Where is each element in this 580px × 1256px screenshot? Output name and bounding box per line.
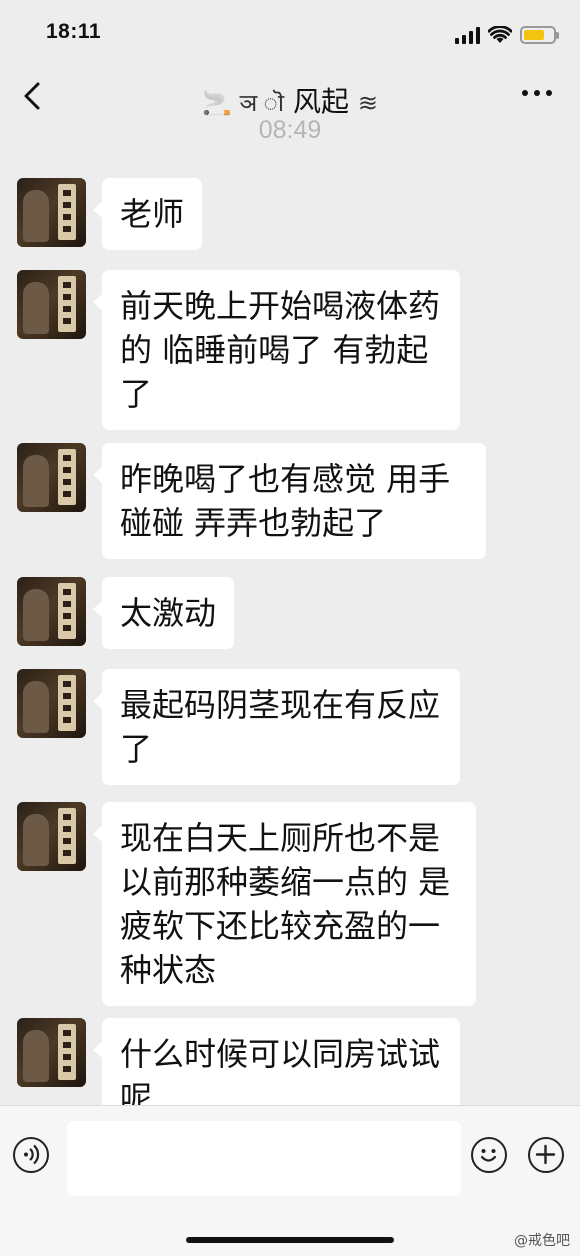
title-prefix-emoji: 🚬 ञ ॊ xyxy=(202,89,285,117)
message-bubble[interactable]: 前天晚上开始喝液体药的 临睡前喝了 有勃起了 xyxy=(93,270,460,430)
voice-wave-icon xyxy=(24,1144,40,1165)
message-bubble[interactable]: 太激动 xyxy=(92,577,235,649)
title-suffix-decoration: ≋ xyxy=(357,89,378,117)
message-row: 最起码阴茎现在有反应了 xyxy=(17,669,460,785)
plus-icon xyxy=(535,1144,556,1165)
watermark: @戒色吧 xyxy=(514,1233,570,1249)
message-row: 昨晚喝了也有感觉 用手碰碰 弄弄也勃起了 xyxy=(17,443,486,559)
message-bubble[interactable]: 老师 xyxy=(92,178,203,250)
message-timestamp: 08:49 xyxy=(258,116,322,144)
contact-avatar[interactable] xyxy=(17,669,86,738)
contact-avatar[interactable] xyxy=(17,178,86,247)
message-bubble[interactable]: 最起码阴茎现在有反应了 xyxy=(93,669,460,785)
contact-avatar[interactable] xyxy=(17,270,86,339)
battery-icon xyxy=(520,26,559,44)
message-row: 现在白天上厕所也不是以前那种萎缩一点的 是疲软下还比较充盈的一种状态 xyxy=(17,802,476,1006)
status-bar: 18:11 xyxy=(0,0,580,62)
contact-avatar[interactable] xyxy=(17,443,86,512)
wifi-icon xyxy=(488,26,512,43)
contact-avatar[interactable] xyxy=(17,1018,86,1087)
message-bubble[interactable]: 现在白天上厕所也不是以前那种萎缩一点的 是疲软下还比较充盈的一种状态 xyxy=(93,802,476,1006)
status-time: 18:11 xyxy=(46,20,102,43)
more-options-icon[interactable] xyxy=(522,90,552,96)
message-row: 前天晚上开始喝液体药的 临睡前喝了 有勃起了 xyxy=(17,270,460,430)
contact-avatar[interactable] xyxy=(17,802,86,871)
message-row: 老师 xyxy=(17,178,203,250)
more-actions-button[interactable] xyxy=(528,1137,564,1173)
chat-title: 🚬 ञ ॊ 风起 ≋ xyxy=(0,80,580,120)
contact-avatar[interactable] xyxy=(17,577,86,646)
voice-input-button[interactable] xyxy=(13,1137,49,1173)
message-row: 太激动 xyxy=(17,577,235,649)
emoji-button[interactable] xyxy=(471,1137,507,1173)
cellular-signal-icon xyxy=(455,26,480,44)
smiley-icon xyxy=(480,1149,497,1162)
message-input[interactable] xyxy=(67,1121,461,1196)
home-indicator[interactable] xyxy=(186,1237,394,1243)
message-bubble[interactable]: 昨晚喝了也有感觉 用手碰碰 弄弄也勃起了 xyxy=(93,443,486,559)
status-icons xyxy=(455,22,559,48)
contact-name: 风起 xyxy=(292,85,349,118)
chat-input-bar xyxy=(0,1105,580,1256)
